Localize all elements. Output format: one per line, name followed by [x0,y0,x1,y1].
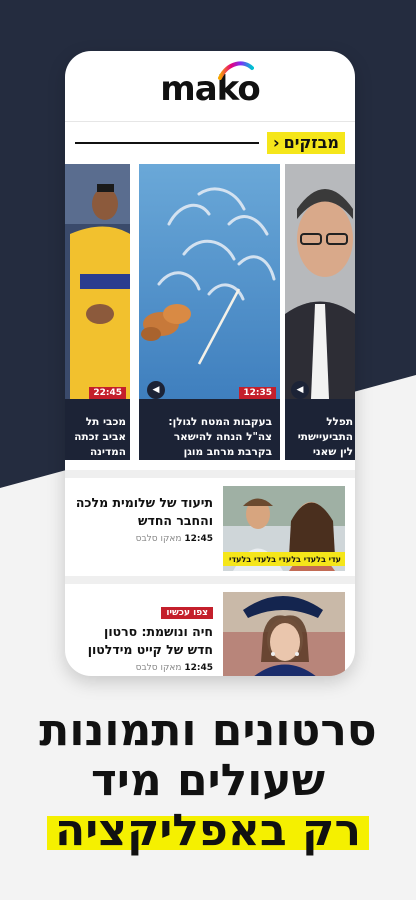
news-title[interactable]: תיעוד של שלומית מלכה והחבר החדש [75,494,213,530]
section-divider-line [75,142,260,144]
promo-line-3: רק באפליקציה [47,806,369,856]
card-caption-area: 22:45 מכבי תל אביב זכתה המדינה [65,387,130,460]
news-source: מאקו סלבס [135,534,182,544]
section-title-chip[interactable]: מבזקים ‹ [267,132,345,154]
news-time: 12:45 [184,534,213,544]
news-tag-wrap: צפו עכשיו [75,600,213,623]
news-time: 12:45 [184,663,213,673]
promo-line-2: שעולים מיד [91,755,325,806]
time-badge: 12:35 [239,387,276,399]
volume-icon[interactable]: ◀ [147,381,165,399]
chevron-left-icon: ‹ [273,133,280,152]
card-caption: מכבי תל אביב זכתה המדינה [74,416,126,458]
phone-mockup: mako מבזקים ‹ 22:45 מכבי תל אביב זכתה המ… [65,51,355,676]
promo-line-1: סרטונים ותמונות [39,705,377,756]
carousel-card[interactable]: 22:45 מכבי תל אביב זכתה המדינה [65,164,130,460]
card-caption-area: ◀ תפלל התביעיישתי לין שאני מתפל [285,381,355,460]
carousel-card[interactable]: ◀ 12:35 בעקבות המטח לגולן: צה"ל הנחה להי… [139,164,280,460]
volume-icon[interactable]: ◀ [291,381,309,399]
news-photo [223,592,345,676]
card-photo [65,164,130,399]
card-photo [285,164,355,399]
news-item[interactable]: עדי בלעדי בלעדי בלעדי בלעדי תיעוד של שלו… [65,478,355,573]
news-item[interactable]: צפו עכשיו חיה ונושמת: סרטון חדש של קייט … [65,584,355,676]
promo-text: סרטונים ותמונות שעולים מיד רק באפליקציה [0,706,416,856]
news-text: צפו עכשיו חיה ונושמת: סרטון חדש של קייט … [75,600,213,673]
card-caption: בעקבות המטח לגולן: צה"ל הנחה להישאר בקרב… [168,416,272,458]
thumb-label: עדי בלעדי בלעדי בלעדי בלעדי [229,555,341,564]
time-badge: 22:45 [89,387,126,399]
carousel-card[interactable]: ◀ תפלל התביעיישתי לין שאני מתפל [285,164,355,460]
card-caption-area: ◀ 12:35 בעקבות המטח לגולן: צה"ל הנחה להי… [139,381,280,460]
news-photo: עדי בלעדי בלעדי בלעדי בלעדי [223,486,345,571]
news-text: תיעוד של שלומית מלכה והחבר החדש 12:45 מא… [75,494,213,544]
section-divider [65,576,355,584]
mako-logo[interactable]: mako [160,61,261,106]
section-header[interactable]: מבזקים ‹ [75,131,345,155]
news-thumbnail: עדי בלעדי בלעדי בלעדי בלעדי [223,486,345,571]
news-title[interactable]: חיה ונושמת: סרטון חדש של קייט מידלטון [75,623,213,659]
news-thumbnail [223,592,345,676]
section-divider [65,470,355,478]
logo-rainbow-arc-icon [218,61,255,80]
section-title: מבזקים [283,133,339,152]
watch-now-badge: צפו עכשיו [161,607,213,619]
news-source: מאקו סלבס [135,663,182,673]
news-meta: 12:45 מאקו סלבס [75,534,213,544]
card-photo [139,164,280,399]
app-header: mako [65,51,355,122]
card-caption: תפלל התביעיישתי לין שאני מתפל [297,416,353,458]
news-meta: 12:45 מאקו סלבס [75,663,213,673]
flash-carousel[interactable]: 22:45 מכבי תל אביב זכתה המדינה ◀ 12:35 ב… [65,164,355,460]
